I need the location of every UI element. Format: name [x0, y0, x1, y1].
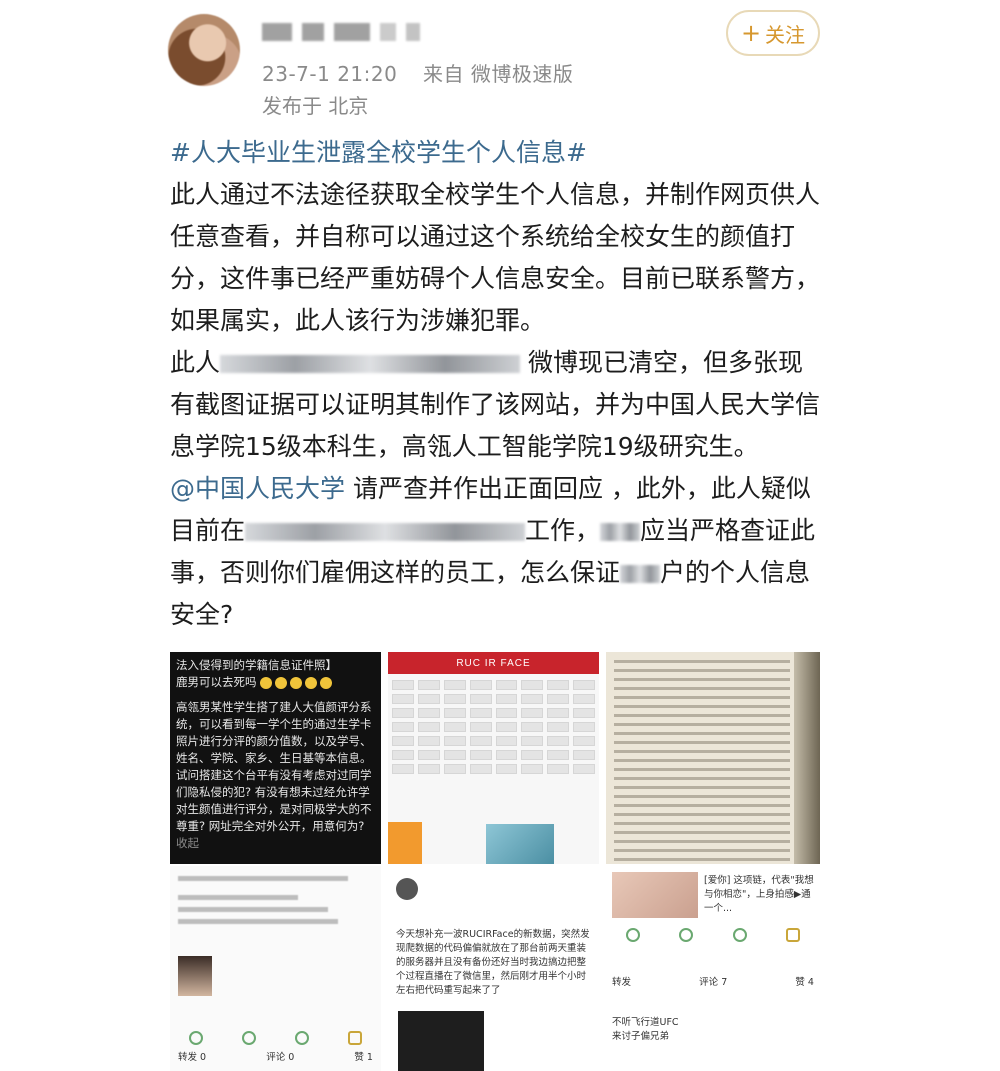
tile3-document-lines	[614, 660, 790, 864]
tile5-avatar	[396, 878, 418, 900]
tile6-product-image	[612, 872, 698, 918]
comment-icon	[679, 928, 694, 942]
plus-icon: +	[740, 19, 762, 47]
post-timestamp: 23-7-1 21:20	[262, 62, 398, 86]
like-icon	[294, 1031, 309, 1045]
avatar[interactable]	[168, 14, 240, 86]
paragraph-3-b: 工作，	[525, 516, 601, 545]
tile4-forward: 转发 0	[178, 1052, 207, 1063]
tile6-reply-text: 来讨子偏兄弟	[612, 1031, 670, 1042]
tile6-reply-head: 不听飞行道UFC	[612, 1017, 679, 1028]
image-tile-2[interactable]: RUC IR FACE	[388, 652, 599, 864]
post-paragraph-3: @中国人民大学 请严查并作出正面回应 ，此外，此人疑似目前在 工作， 应当严格查证此…	[170, 468, 820, 636]
tile4-comment: 评论 0	[266, 1052, 295, 1063]
post-source: 来自 微博极速版	[423, 62, 574, 86]
redacted-word	[620, 565, 661, 583]
image-tile-3[interactable]	[606, 652, 820, 864]
post-meta: 23-7-1 21:20 来自 微博极速版	[262, 58, 573, 87]
tile5-text: 今天想补充一波RUCIRFace的新数据，突然发现爬数据的代码偏偏就放在了那台前…	[396, 928, 592, 998]
image-tile-6[interactable]: [爱你] 这项链，代表"我想与你相恋"，上身拍感▶通一个... 转发 评论 7 …	[606, 866, 820, 1071]
redacted-short	[600, 523, 641, 541]
mention-link[interactable]: @中国人民大学	[170, 474, 345, 503]
tile6-stats: 转发 评论 7 赞 4	[612, 976, 814, 990]
tile5-chat-screenshot	[398, 1011, 484, 1071]
tile2-orange-block	[388, 822, 422, 864]
share-icon	[625, 928, 640, 942]
tile1-line2-text: 鹿男可以去死吗	[176, 675, 257, 689]
tile1-collapse-link: 收起	[176, 836, 199, 850]
follow-label: 关注	[765, 22, 806, 47]
redacted-name	[220, 355, 521, 373]
paragraph-2-start: 此人	[170, 348, 221, 377]
emoji-icon	[275, 676, 288, 689]
tile1-title: 法入侵得到的学籍信息证件照】	[176, 658, 337, 672]
share-icon	[189, 1031, 204, 1045]
tile4-action-icons	[170, 1031, 381, 1045]
tile2-filter-grid	[388, 674, 599, 780]
tile2-header: RUC IR FACE	[388, 652, 599, 674]
tile4-avatar	[178, 956, 212, 996]
tile3-book-edge	[794, 652, 820, 864]
post-paragraph-1: 此人通过不法途径获取全校学生个人信息，并制作网页供人任意查看，并自称可以通过这个…	[170, 180, 821, 335]
emoji-icon	[305, 676, 318, 689]
tile6-text: [爱你] 这项链，代表"我想与你相恋"，上身拍感▶通一个...	[704, 875, 814, 914]
tile6-reply: 不听飞行道UFC 来讨子偏兄弟	[612, 1016, 814, 1044]
hashtag-link[interactable]: #人大毕业生泄露全校学生个人信息#	[170, 138, 587, 167]
post-location: 发布于 北京	[262, 94, 369, 118]
image-tile-1[interactable]: 法入侵得到的学籍信息证件照】 鹿男可以去死吗 高瓴男某性学生搭了建人大值颜评分系…	[170, 652, 381, 864]
tile6-likes: 赞 4	[795, 977, 814, 988]
tile6-comment-tab: 评论 7	[699, 977, 728, 988]
username-redacted[interactable]	[262, 18, 422, 46]
redacted-company	[245, 523, 526, 541]
tile6-action-icons	[606, 928, 820, 942]
follow-button[interactable]: + 关注	[726, 10, 820, 56]
image-tile-4[interactable]: 转发 0 评论 0 赞 1	[170, 866, 381, 1071]
emoji-icon	[290, 676, 303, 689]
tile2-photo	[486, 824, 554, 864]
like-icon	[732, 928, 747, 942]
comment-icon	[242, 1031, 257, 1045]
tile4-like: 赞 1	[354, 1052, 373, 1063]
emoji-icon	[320, 676, 333, 689]
save-icon	[786, 928, 801, 942]
tile1-line2: 鹿男可以去死吗	[176, 674, 375, 691]
image-tile-5[interactable]: 今天想补充一波RUCIRFace的新数据，突然发现爬数据的代码偏偏就放在了那台前…	[388, 866, 599, 1071]
post-paragraph-2: 此人 微博现已清空，但多张现有截图证据可以证明其制作了该网站，并为中国人民大学信…	[170, 342, 820, 468]
tile4-stats: 转发 0 评论 0 赞 1	[178, 1051, 373, 1065]
emoji-icon	[260, 676, 273, 689]
post-body: #人大毕业生泄露全校学生个人信息# 此人通过不法途径获取全校学生个人信息，并制作…	[170, 132, 820, 636]
tile1-body: 高瓴男某性学生搭了建人大值颜评分系统，可以看到每一学个生的通过生学卡照片进行分评…	[176, 700, 372, 833]
save-icon	[347, 1031, 362, 1045]
tile6-forward: 转发	[612, 977, 632, 988]
image-grid: 法入侵得到的学籍信息证件照】 鹿男可以去死吗 高瓴男某性学生搭了建人大值颜评分系…	[170, 652, 820, 1071]
